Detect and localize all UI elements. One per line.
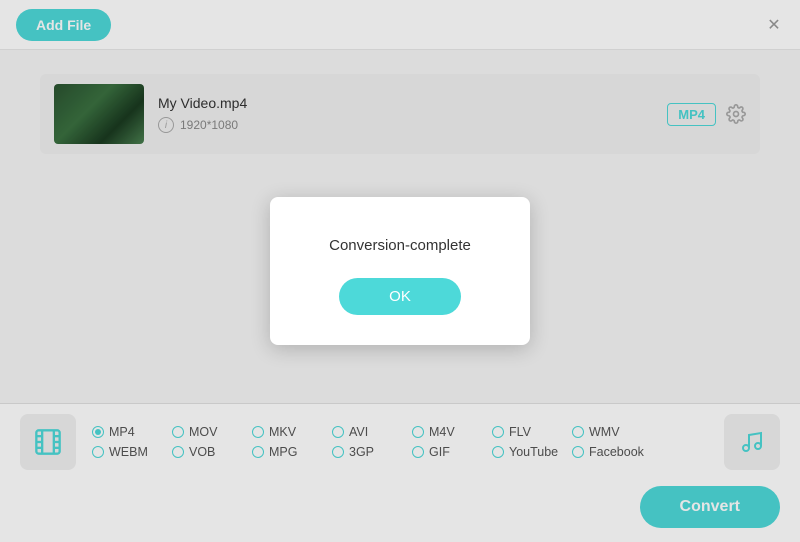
dialog-box: Conversion-complete OK <box>270 197 530 345</box>
app-window: Add File ✕ My Video.mp4 i 1920*1080 MP4 <box>0 0 800 542</box>
dialog-overlay: Conversion-complete OK <box>0 0 800 542</box>
dialog-message: Conversion-complete <box>329 237 471 254</box>
dialog-ok-button[interactable]: OK <box>339 278 461 315</box>
